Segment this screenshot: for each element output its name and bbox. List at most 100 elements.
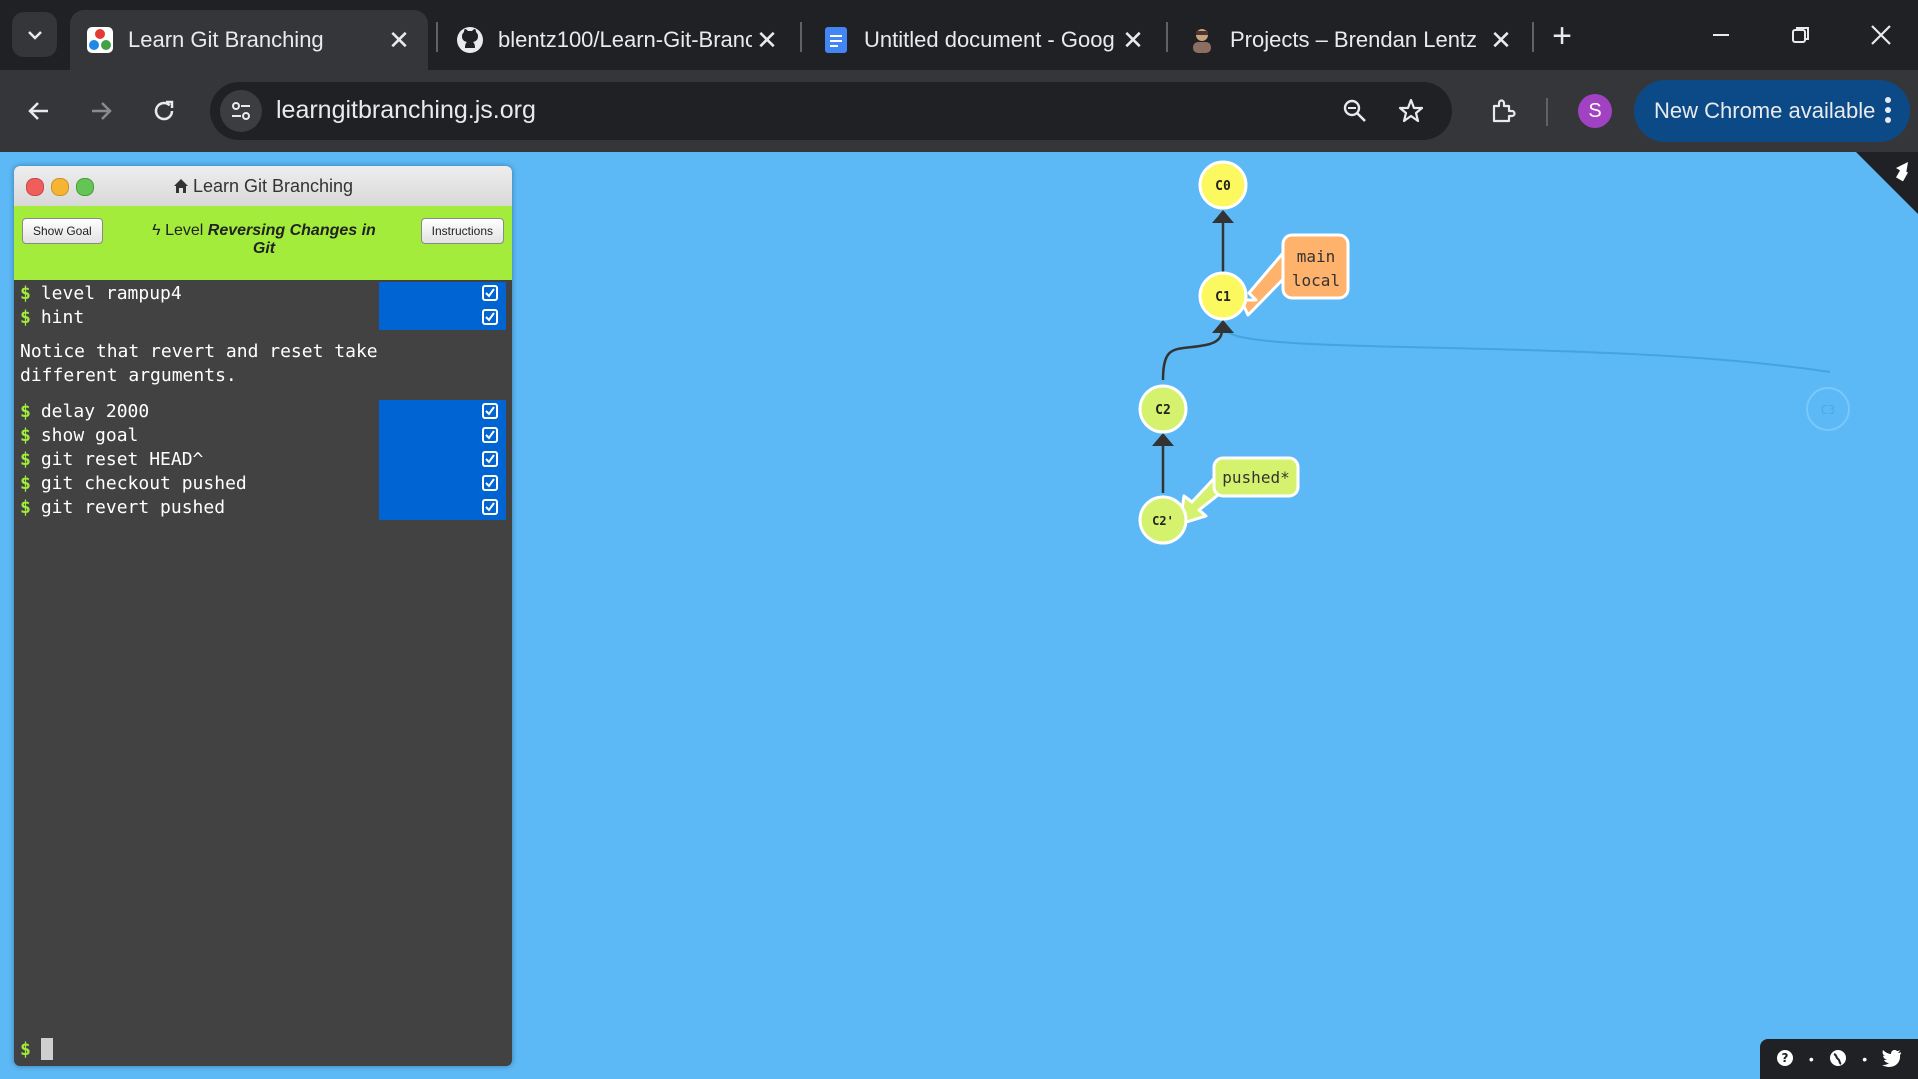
- close-tab-icon[interactable]: ✕: [384, 25, 414, 55]
- close-dot-icon[interactable]: [26, 178, 44, 196]
- command-line: $ git reset HEAD^: [14, 448, 512, 472]
- check-icon: [482, 403, 498, 419]
- tab-separator: [800, 22, 802, 52]
- tab-separator: [1532, 22, 1534, 52]
- minimize-button[interactable]: [1692, 12, 1750, 58]
- maximize-dot-icon[interactable]: [76, 178, 94, 196]
- arrowhead-c0: [1212, 210, 1234, 223]
- command-status: [379, 448, 506, 472]
- command-text: show goal: [40, 425, 139, 446]
- commit-c3-faded[interactable]: C3: [1806, 387, 1850, 431]
- commit-label: C3: [1821, 403, 1835, 417]
- check-icon: [482, 285, 498, 301]
- update-button-label: New Chrome available: [1654, 98, 1876, 123]
- reload-icon: [154, 100, 174, 121]
- minimize-icon: [1713, 34, 1729, 36]
- tab-separator: [1166, 22, 1168, 52]
- bookmark-button[interactable]: [1394, 94, 1428, 128]
- tab-separator: [436, 22, 438, 52]
- commit-c2[interactable]: C2: [1138, 384, 1188, 434]
- close-window-button[interactable]: [1852, 12, 1910, 58]
- google-docs-icon: [822, 26, 850, 54]
- tune-icon: [232, 102, 250, 120]
- commit-c1[interactable]: C1: [1198, 271, 1248, 321]
- command-status: [379, 472, 506, 496]
- command-text: level rampup4: [40, 283, 182, 304]
- new-chrome-available-button[interactable]: New Chrome available: [1634, 80, 1910, 142]
- back-button[interactable]: [16, 88, 62, 134]
- arrowhead-c2: [1152, 433, 1174, 446]
- text-cursor: [40, 1038, 53, 1060]
- branch-label-pushed: pushed*: [1222, 468, 1289, 487]
- help-icon[interactable]: ?: [1776, 1049, 1794, 1070]
- close-tab-icon[interactable]: ✕: [752, 25, 782, 55]
- level-prefix: Level: [165, 222, 204, 239]
- star-icon: [1398, 98, 1424, 123]
- site-info-button[interactable]: [220, 90, 262, 132]
- close-tab-icon[interactable]: ✕: [1118, 25, 1148, 55]
- command-input[interactable]: $: [20, 1038, 53, 1060]
- branch-label-local: local: [1292, 271, 1340, 290]
- prompt-symbol: $: [20, 1038, 31, 1060]
- level-header: Show Goal ϟ Level Reversing Changes in G…: [14, 206, 512, 280]
- tab-title: Learn Git Branching: [128, 27, 324, 52]
- reload-button[interactable]: [141, 88, 187, 134]
- globe-icon[interactable]: [1829, 1049, 1847, 1070]
- command-status: [379, 424, 506, 448]
- command-status: [379, 282, 506, 306]
- tab-google-docs[interactable]: Untitled document - Goog ✕: [806, 10, 1162, 70]
- zoom-icon: [1343, 99, 1366, 122]
- tab-learn-git-branching[interactable]: Learn Git Branching ✕: [70, 10, 428, 70]
- check-icon: [482, 427, 498, 443]
- restore-button[interactable]: [1772, 12, 1830, 58]
- more-menu-icon[interactable]: [1884, 95, 1892, 131]
- branch-label-main: main: [1297, 247, 1336, 266]
- hint-output: Notice that revert and reset take differ…: [20, 341, 378, 386]
- svg-text:?: ?: [1781, 1051, 1788, 1065]
- tab-github[interactable]: blentz100/Learn-Git-Branc ✕: [440, 10, 796, 70]
- edge-c1-c3: [1225, 329, 1831, 373]
- command-line: $ git revert pushed: [14, 496, 512, 520]
- command-status: [379, 496, 506, 520]
- commit-label: C2': [1152, 514, 1174, 528]
- command-text: hint: [40, 307, 85, 328]
- corner-ribbon-icon[interactable]: [1856, 152, 1918, 214]
- instructions-button[interactable]: Instructions: [420, 218, 504, 244]
- profile-avatar[interactable]: S: [1578, 94, 1612, 128]
- close-tab-icon[interactable]: ✕: [1486, 25, 1516, 55]
- tab-title: blentz100/Learn-Git-Branc: [498, 27, 752, 52]
- check-icon: [482, 499, 498, 515]
- tab-search-button[interactable]: [12, 12, 57, 57]
- address-bar[interactable]: learngitbranching.js.org: [210, 82, 1452, 140]
- commit-label: C2: [1155, 403, 1171, 418]
- tab-projects[interactable]: Projects – Brendan Lentz ✕: [1172, 10, 1530, 70]
- twitter-icon[interactable]: [1882, 1049, 1902, 1070]
- separator-dot: •: [1808, 1051, 1814, 1067]
- command-status: [379, 306, 506, 330]
- minimize-dot-icon[interactable]: [51, 178, 69, 196]
- terminal-title: Learn Git Branching: [192, 175, 354, 196]
- show-goal-button[interactable]: Show Goal: [22, 218, 103, 244]
- check-icon: [482, 309, 498, 325]
- command-history: $ level rampup4 $ hint: [14, 280, 512, 330]
- command-text: git reset HEAD^: [40, 449, 204, 470]
- zoom-button[interactable]: [1338, 94, 1372, 128]
- command-line: $ delay 2000: [14, 400, 512, 424]
- level-name: Reversing Changes in Git: [207, 222, 376, 257]
- new-tab-button[interactable]: +: [1542, 16, 1582, 56]
- browser-toolbar: learngitbranching.js.org S New Chrome av…: [0, 70, 1918, 152]
- toolbar-separator: [1546, 98, 1548, 126]
- footer-links: ? • •: [1760, 1039, 1918, 1079]
- commit-c0[interactable]: C0: [1198, 160, 1248, 210]
- terminal-window: Learn Git Branching Show Goal ϟ Level Re…: [14, 166, 512, 1066]
- restore-icon: [1792, 27, 1809, 43]
- command-history: $ delay 2000 $ show goal $ git reset HEAD^ …: [14, 398, 512, 520]
- check-icon: [482, 451, 498, 467]
- back-arrow-icon: [28, 102, 48, 120]
- terminal-titlebar: Learn Git Branching: [14, 166, 512, 206]
- commit-c2-prime[interactable]: C2': [1138, 495, 1188, 545]
- extensions-button[interactable]: [1480, 88, 1526, 134]
- forward-button[interactable]: [78, 88, 124, 134]
- url-text[interactable]: learngitbranching.js.org: [276, 96, 536, 125]
- separator-dot: •: [1862, 1051, 1868, 1067]
